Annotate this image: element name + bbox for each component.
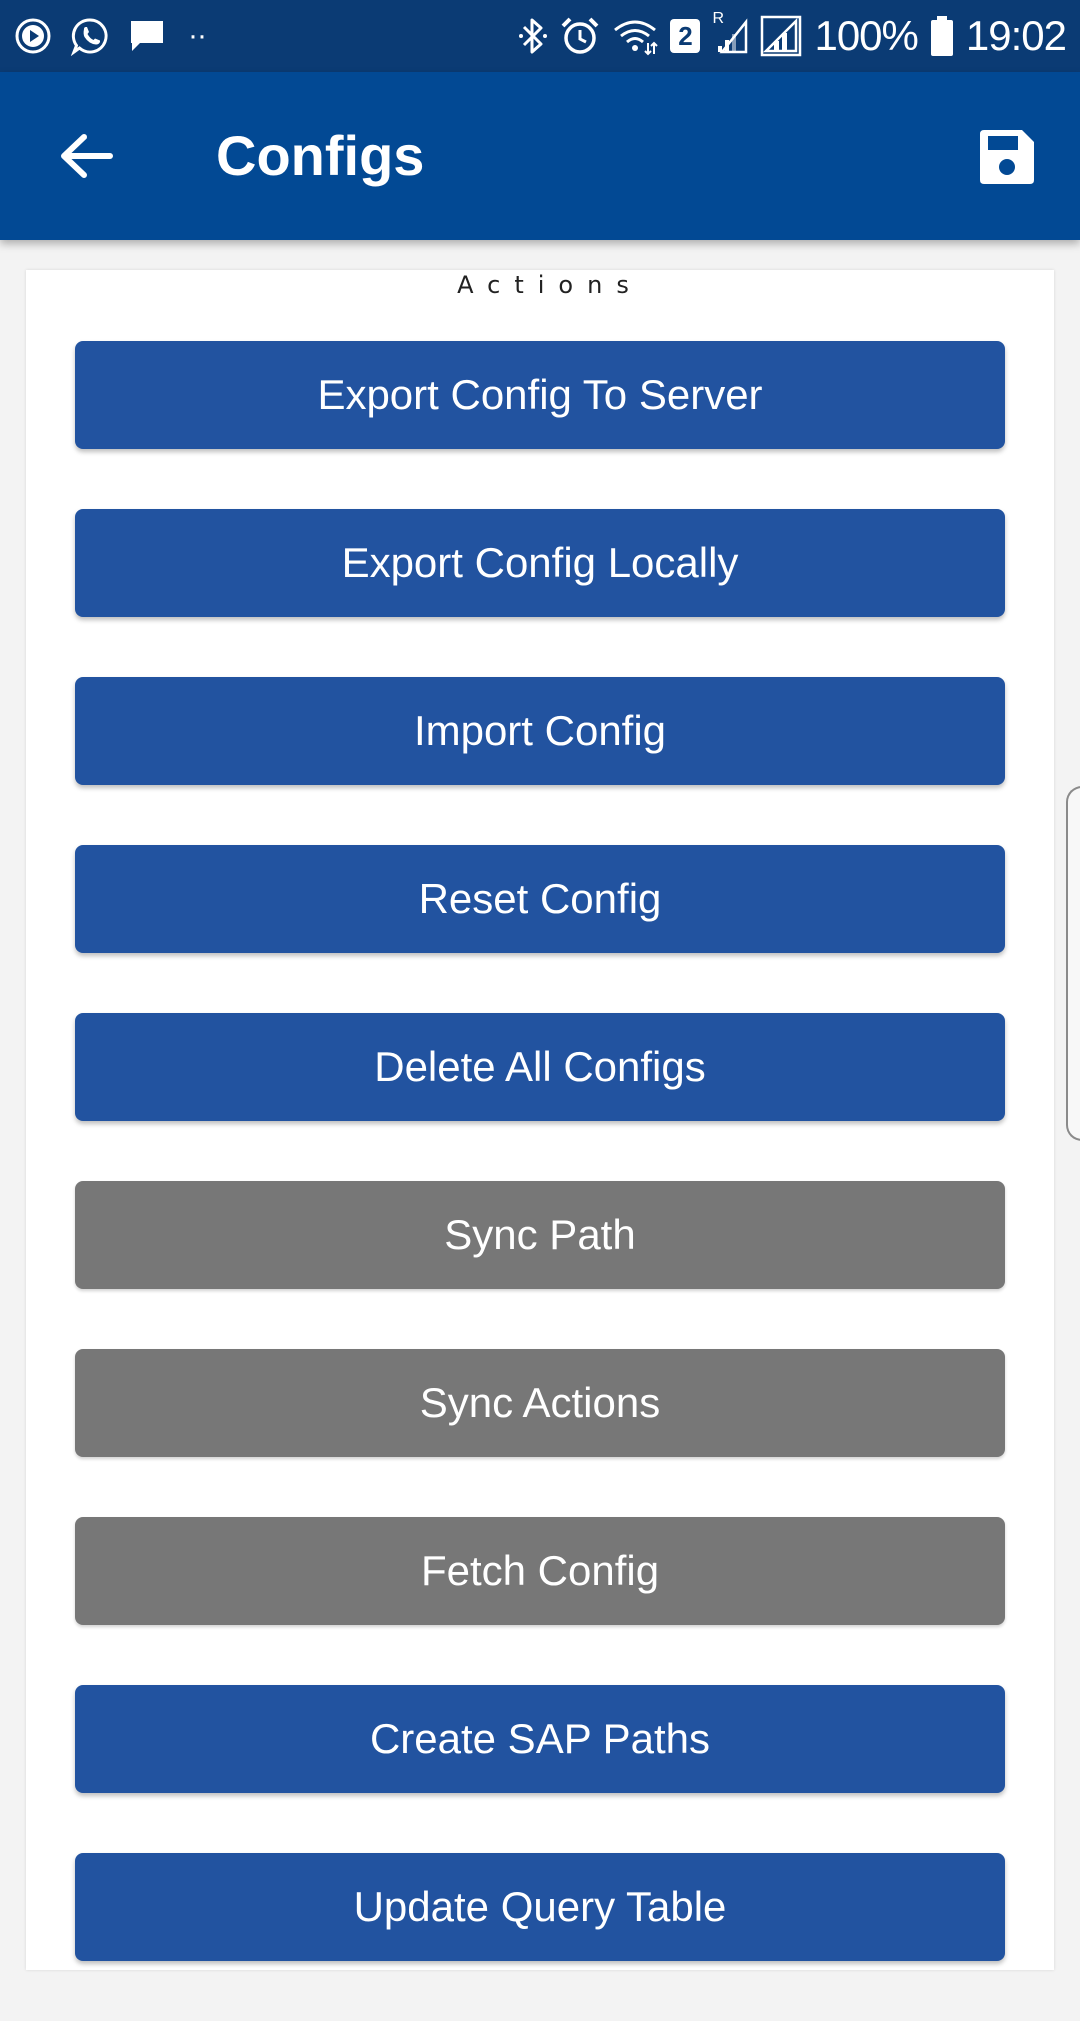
whatsapp-icon — [70, 16, 110, 56]
sync-path-button[interactable]: Sync Path — [75, 1181, 1005, 1289]
page-title: Configs — [216, 124, 425, 187]
roaming-indicator: R — [712, 10, 725, 27]
alarm-icon — [560, 16, 600, 56]
fetch-config-button[interactable]: Fetch Config — [75, 1517, 1005, 1625]
export-config-locally-button[interactable]: Export Config Locally — [75, 509, 1005, 617]
wifi-icon — [612, 16, 659, 56]
system-status-icons: 2 R 100% 19:02 — [518, 10, 1067, 62]
import-config-button[interactable]: Import Config — [75, 677, 1005, 785]
floppy-disk-icon — [980, 130, 1034, 184]
delete-all-configs-button[interactable]: Delete All Configs — [75, 1013, 1005, 1121]
bluetooth-icon — [518, 16, 548, 56]
signal-icon: R — [712, 10, 748, 56]
battery-percent: 100% — [814, 12, 918, 59]
save-button[interactable] — [972, 122, 1042, 192]
media-play-icon — [14, 17, 52, 55]
battery-icon — [930, 15, 954, 57]
section-heading: Actions — [457, 271, 643, 299]
export-config-to-server-button[interactable]: Export Config To Server — [75, 341, 1005, 449]
app-bar: Configs — [0, 72, 1080, 240]
sim-icon: 2 — [670, 19, 701, 53]
status-bar: ·· 2 R 100% 19:02 — [0, 0, 1080, 72]
arrow-left-icon — [61, 134, 113, 178]
action-list: Export Config To Server Export Config Lo… — [75, 341, 1005, 2021]
signal-full-icon — [760, 15, 802, 57]
back-button[interactable] — [48, 118, 124, 194]
reset-config-button[interactable]: Reset Config — [75, 845, 1005, 953]
edge-panel-handle[interactable] — [1066, 786, 1080, 1141]
create-sap-paths-button[interactable]: Create SAP Paths — [75, 1685, 1005, 1793]
message-icon — [128, 18, 166, 54]
sync-actions-button[interactable]: Sync Actions — [75, 1349, 1005, 1457]
notification-icons: ·· — [14, 14, 207, 58]
more-notifications-indicator: ·· — [188, 19, 207, 52]
update-query-table-button[interactable]: Update Query Table — [75, 1853, 1005, 1961]
status-time: 19:02 — [965, 12, 1067, 59]
